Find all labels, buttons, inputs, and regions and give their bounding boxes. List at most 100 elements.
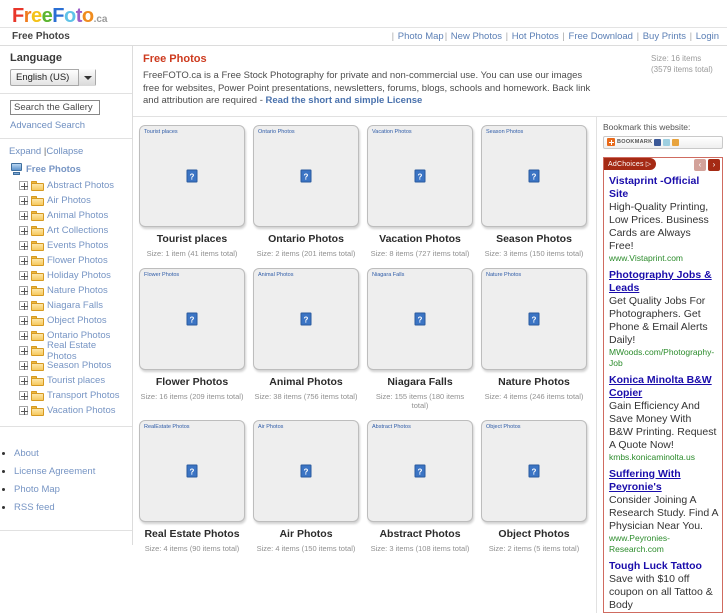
tree-item-nature-photos[interactable]: Nature Photos xyxy=(9,283,124,298)
expand-plus-icon[interactable] xyxy=(19,181,28,190)
album-card[interactable]: Object Photos ? Object Photos Size: 2 it… xyxy=(477,416,591,559)
expand-plus-icon[interactable] xyxy=(19,406,28,415)
tree-item-flower-photos[interactable]: Flower Photos xyxy=(9,253,124,268)
computer-icon xyxy=(11,163,22,175)
search-input[interactable]: Search the Gallery xyxy=(10,100,100,115)
tree-item-real-estate-photos[interactable]: Real Estate Photos xyxy=(9,340,124,362)
ad-url[interactable]: www.Peyronies-Research.com xyxy=(609,533,718,555)
advanced-search-link[interactable]: Advanced Search xyxy=(10,120,124,131)
ad-item[interactable]: Vistaprint -Official Site High-Quality P… xyxy=(609,175,718,264)
collapse-link[interactable]: Collapse xyxy=(46,146,83,157)
site-logo[interactable]: FreeFoto.ca xyxy=(12,5,108,28)
tree-item-object-photos[interactable]: Object Photos xyxy=(9,313,124,328)
album-thumbnail[interactable]: Tourist places ? xyxy=(139,124,245,227)
tree-root-item[interactable]: Free Photos xyxy=(9,163,124,175)
share-twitter-icon[interactable] xyxy=(663,138,671,146)
nav-link-free-download[interactable]: Free Download xyxy=(569,31,633,42)
ad-title[interactable]: Tough Luck Tattoo xyxy=(609,560,718,573)
expand-plus-icon[interactable] xyxy=(19,196,28,205)
bookmark-widget[interactable]: BOOKMARK xyxy=(603,135,723,149)
ad-item[interactable]: Photography Jobs & Leads Get Quality Job… xyxy=(609,269,718,369)
album-thumbnail[interactable]: Niagara Falls ? xyxy=(367,267,473,370)
expand-plus-icon[interactable] xyxy=(19,286,28,295)
album-thumbnail[interactable]: Air Photos ? xyxy=(253,419,359,522)
ad-item[interactable]: Suffering With Peyronie's Consider Joini… xyxy=(609,468,718,555)
expand-plus-icon[interactable] xyxy=(19,346,28,355)
share-more-icon[interactable] xyxy=(672,138,680,146)
expand-plus-icon[interactable] xyxy=(19,316,28,325)
expand-link[interactable]: Expand xyxy=(9,146,41,157)
tree-item-abstract-photos[interactable]: Abstract Photos xyxy=(9,178,124,193)
album-alt-text: Niagara Falls xyxy=(372,271,405,278)
album-thumbnail[interactable]: Vacation Photos ? xyxy=(367,124,473,227)
expand-plus-icon[interactable] xyxy=(19,211,28,220)
expand-plus-icon[interactable] xyxy=(19,301,28,310)
sidebar-link-photo-map[interactable]: Photo Map xyxy=(14,484,124,495)
ad-url[interactable]: MWoods.com/Photography-Job xyxy=(609,347,718,369)
expand-plus-icon[interactable] xyxy=(19,376,28,385)
nav-link-buy-prints[interactable]: Buy Prints xyxy=(643,31,686,42)
tree-item-holiday-photos[interactable]: Holiday Photos xyxy=(9,268,124,283)
ad-item[interactable]: Tough Luck Tattoo Save with $10 off coup… xyxy=(609,560,718,612)
tree-item-transport-photos[interactable]: Transport Photos xyxy=(9,388,124,403)
tree-item-air-photos[interactable]: Air Photos xyxy=(9,193,124,208)
nav-link-login[interactable]: Login xyxy=(696,31,719,42)
tree-item-animal-photos[interactable]: Animal Photos xyxy=(9,208,124,223)
album-card[interactable]: Animal Photos ? Animal Photos Size: 38 i… xyxy=(249,264,363,416)
album-thumbnail[interactable]: Object Photos ? xyxy=(481,419,587,522)
ad-next-button[interactable]: › xyxy=(708,158,720,171)
album-thumbnail[interactable]: Flower Photos ? xyxy=(139,267,245,370)
album-card[interactable]: Abstract Photos ? Abstract Photos Size: … xyxy=(363,416,477,559)
ad-url[interactable]: www.Vistaprint.com xyxy=(609,253,718,264)
album-card[interactable]: Vacation Photos ? Vacation Photos Size: … xyxy=(363,121,477,264)
album-card[interactable]: Tourist places ? Tourist places Size: 1 … xyxy=(135,121,249,264)
tree-item-tourist-places[interactable]: Tourist places xyxy=(9,373,124,388)
expand-plus-icon[interactable] xyxy=(19,226,28,235)
album-card[interactable]: Season Photos ? Season Photos Size: 3 it… xyxy=(477,121,591,264)
album-card[interactable]: Ontario Photos ? Ontario Photos Size: 2 … xyxy=(249,121,363,264)
album-title: Nature Photos xyxy=(498,375,570,388)
album-thumbnail[interactable]: Season Photos ? xyxy=(481,124,587,227)
adchoices-badge[interactable]: AdChoices ▷ xyxy=(604,157,657,170)
tree-item-niagara-falls[interactable]: Niagara Falls xyxy=(9,298,124,313)
nav-link-hot-photos[interactable]: Hot Photos xyxy=(512,31,559,42)
album-card[interactable]: RealEstate Photos ? Real Estate Photos S… xyxy=(135,416,249,559)
sidebar-link-about[interactable]: About xyxy=(14,448,124,459)
tree-item-events-photos[interactable]: Events Photos xyxy=(9,238,124,253)
language-select[interactable]: English (US) xyxy=(10,69,96,86)
album-thumbnail[interactable]: Abstract Photos ? xyxy=(367,419,473,522)
ad-url[interactable]: kmbs.konicaminolta.us xyxy=(609,452,718,463)
nav-link-new-photos[interactable]: New Photos xyxy=(451,31,502,42)
expand-plus-icon[interactable] xyxy=(19,361,28,370)
album-card[interactable]: Flower Photos ? Flower Photos Size: 16 i… xyxy=(135,264,249,416)
album-thumbnail[interactable]: Animal Photos ? xyxy=(253,267,359,370)
nav-link-photo-map[interactable]: Photo Map xyxy=(398,31,444,42)
license-link[interactable]: Read the short and simple License xyxy=(266,95,423,106)
ad-text: High-Quality Printing, Low Prices. Busin… xyxy=(609,200,709,252)
album-thumbnail[interactable]: Ontario Photos ? xyxy=(253,124,359,227)
album-card[interactable]: Niagara Falls ? Niagara Falls Size: 155 … xyxy=(363,264,477,416)
tree-item-art-collections[interactable]: Art Collections xyxy=(9,223,124,238)
expand-plus-icon[interactable] xyxy=(19,331,28,340)
tree-item-vacation-photos[interactable]: Vacation Photos xyxy=(9,403,124,418)
ad-prev-button[interactable]: ‹ xyxy=(694,158,706,171)
expand-plus-icon[interactable] xyxy=(19,256,28,265)
expand-plus-icon[interactable] xyxy=(19,391,28,400)
album-card[interactable]: Air Photos ? Air Photos Size: 4 items (1… xyxy=(249,416,363,559)
page-body: Language English (US) Search the Gallery… xyxy=(0,46,727,613)
breadcrumb: Free Photos xyxy=(12,31,70,42)
ad-item[interactable]: Konica Minolta B&W Copier Gain Efficienc… xyxy=(609,374,718,463)
ad-title[interactable]: Suffering With Peyronie's xyxy=(609,468,718,494)
sidebar-link-rss-feed[interactable]: RSS feed xyxy=(14,502,124,513)
album-thumbnail[interactable]: Nature Photos ? xyxy=(481,267,587,370)
ad-title[interactable]: Photography Jobs & Leads xyxy=(609,269,718,295)
album-card[interactable]: Nature Photos ? Nature Photos Size: 4 it… xyxy=(477,264,591,416)
share-facebook-icon[interactable] xyxy=(654,138,662,146)
album-thumbnail[interactable]: RealEstate Photos ? xyxy=(139,419,245,522)
ad-title[interactable]: Konica Minolta B&W Copier xyxy=(609,374,718,400)
expand-plus-icon[interactable] xyxy=(19,241,28,250)
ad-title[interactable]: Vistaprint -Official Site xyxy=(609,175,718,201)
sidebar-link-license-agreement[interactable]: License Agreement xyxy=(14,466,124,477)
tree-item-season-photos[interactable]: Season Photos xyxy=(9,358,124,373)
expand-plus-icon[interactable] xyxy=(19,271,28,280)
